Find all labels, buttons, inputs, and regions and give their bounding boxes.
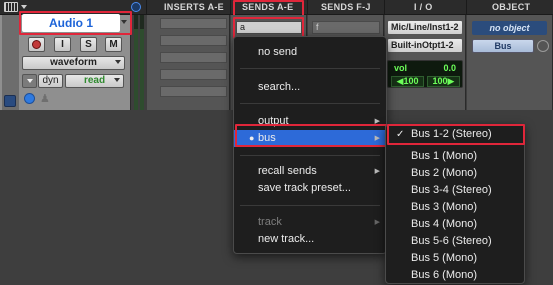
checkmark-icon: ✓	[396, 129, 405, 140]
track-name-field[interactable]: Audio 1	[22, 14, 120, 32]
header-object: OBJECT	[492, 2, 531, 12]
header-divider	[146, 0, 147, 15]
record-icon	[32, 40, 41, 49]
level-meter-right	[140, 15, 144, 110]
menu-item-recall-sends[interactable]: recall sends ▶	[234, 163, 386, 180]
pan-right-value[interactable]: 100▶	[427, 76, 460, 87]
submenu-arrow-icon: ▶	[374, 118, 380, 125]
insert-slot-b[interactable]	[160, 35, 227, 46]
insert-slot-d[interactable]	[160, 69, 227, 80]
bus-item-2-mono[interactable]: Bus 2 (Mono)	[386, 165, 524, 182]
bus-submenu: ✓ Bus 1-2 (Stereo) Bus 1 (Mono) Bus 2 (M…	[385, 124, 525, 284]
mute-button[interactable]: M	[105, 37, 122, 52]
input-selector[interactable]: Mic/Line/Inst1-2	[387, 20, 463, 35]
submenu-arrow-icon: ▶	[374, 135, 380, 142]
submenu-arrow-icon: ▶	[374, 219, 380, 226]
bus-item-1-mono[interactable]: Bus 1 (Mono)	[386, 148, 524, 165]
track-name-chevron-icon[interactable]	[121, 20, 127, 24]
header-sends-fj: SENDS F-J	[321, 2, 371, 12]
input-monitor-button[interactable]: I	[54, 37, 71, 52]
track-menu-icon[interactable]	[4, 2, 18, 12]
output-selector[interactable]: Built-inOtpt1-2	[387, 38, 463, 53]
pan-left-value[interactable]: ◀100	[391, 76, 424, 87]
header-divider	[307, 0, 308, 15]
automation-mode-label: read	[83, 75, 106, 86]
insert-slot-a[interactable]	[160, 18, 227, 29]
submenu-arrow-icon: ▶	[374, 168, 380, 175]
automation-options-button[interactable]	[22, 74, 37, 88]
insert-slot-e[interactable]	[160, 86, 227, 97]
header-divider	[230, 0, 231, 15]
menu-item-output[interactable]: output ▶	[234, 113, 386, 130]
object-status: no object	[472, 21, 547, 35]
bus-item-3-mono[interactable]: Bus 3 (Mono)	[386, 199, 524, 216]
automation-mode-selector[interactable]: read	[65, 74, 124, 88]
object-bus-button[interactable]: Bus	[472, 39, 534, 53]
track-type-icon	[4, 95, 16, 107]
bus-item-4-mono[interactable]: Bus 4 (Mono)	[386, 216, 524, 233]
automation-dyn-button[interactable]: dyn	[38, 74, 63, 88]
menu-item-save-track-preset[interactable]: save track preset...	[234, 180, 386, 197]
view-selector-label: waveform	[50, 57, 97, 68]
bus-item-1-2-stereo[interactable]: ✓ Bus 1-2 (Stereo)	[386, 126, 524, 143]
bus-item-3-4-stereo[interactable]: Bus 3-4 (Stereo)	[386, 182, 524, 199]
view-selector[interactable]: waveform	[22, 56, 125, 70]
volume-value: 0.0	[443, 63, 456, 73]
menu-separator	[240, 68, 380, 69]
menu-separator	[240, 103, 380, 104]
meter-fill	[134, 29, 138, 110]
volume-label: vol	[394, 63, 408, 73]
menu-item-no-send[interactable]: no send	[234, 44, 386, 61]
menu-item-bus[interactable]: ● bus ▶	[234, 130, 386, 147]
bus-item-6-mono[interactable]: Bus 6 (Mono)	[386, 267, 524, 284]
menu-separator	[240, 155, 380, 156]
header-inserts-ae: INSERTS A-E	[164, 2, 224, 12]
menu-item-new-track[interactable]: new track...	[234, 231, 386, 248]
chevron-down-icon	[115, 60, 121, 64]
menu-item-track: track ▶	[234, 214, 386, 231]
menu-separator	[240, 205, 380, 206]
bus-item-5-mono[interactable]: Bus 5 (Mono)	[386, 250, 524, 267]
menu-item-search[interactable]: search...	[234, 79, 386, 96]
clock-icon[interactable]	[131, 2, 141, 12]
object-target-icon[interactable]	[537, 40, 549, 52]
send-slot-a[interactable]: a	[236, 21, 302, 34]
meter-fill	[140, 29, 144, 110]
send-slot-f[interactable]: f	[312, 21, 380, 34]
header-chevron-icon[interactable]	[21, 5, 27, 9]
record-enable-button[interactable]	[28, 37, 45, 52]
bus-item-5-6-stereo[interactable]: Bus 5-6 (Stereo)	[386, 233, 524, 250]
header-divider	[384, 0, 385, 15]
header-sends-ae: SENDS A-E	[242, 2, 294, 12]
header-divider	[466, 0, 467, 15]
person-icon: ♟	[40, 93, 50, 105]
level-meter-left	[134, 15, 138, 110]
chevron-down-icon	[26, 79, 33, 83]
send-assignment-menu: no send search... output ▶ ● bus ▶ recal…	[233, 36, 387, 254]
bullet-icon: ●	[249, 133, 255, 143]
input-monitor-icon[interactable]	[24, 93, 35, 104]
solo-button[interactable]: S	[80, 37, 97, 52]
chevron-down-icon	[114, 78, 120, 82]
insert-slot-c[interactable]	[160, 52, 227, 63]
volume-pan-display[interactable]: vol 0.0 ◀100 100▶	[387, 60, 463, 88]
header-io: I / O	[414, 2, 433, 12]
